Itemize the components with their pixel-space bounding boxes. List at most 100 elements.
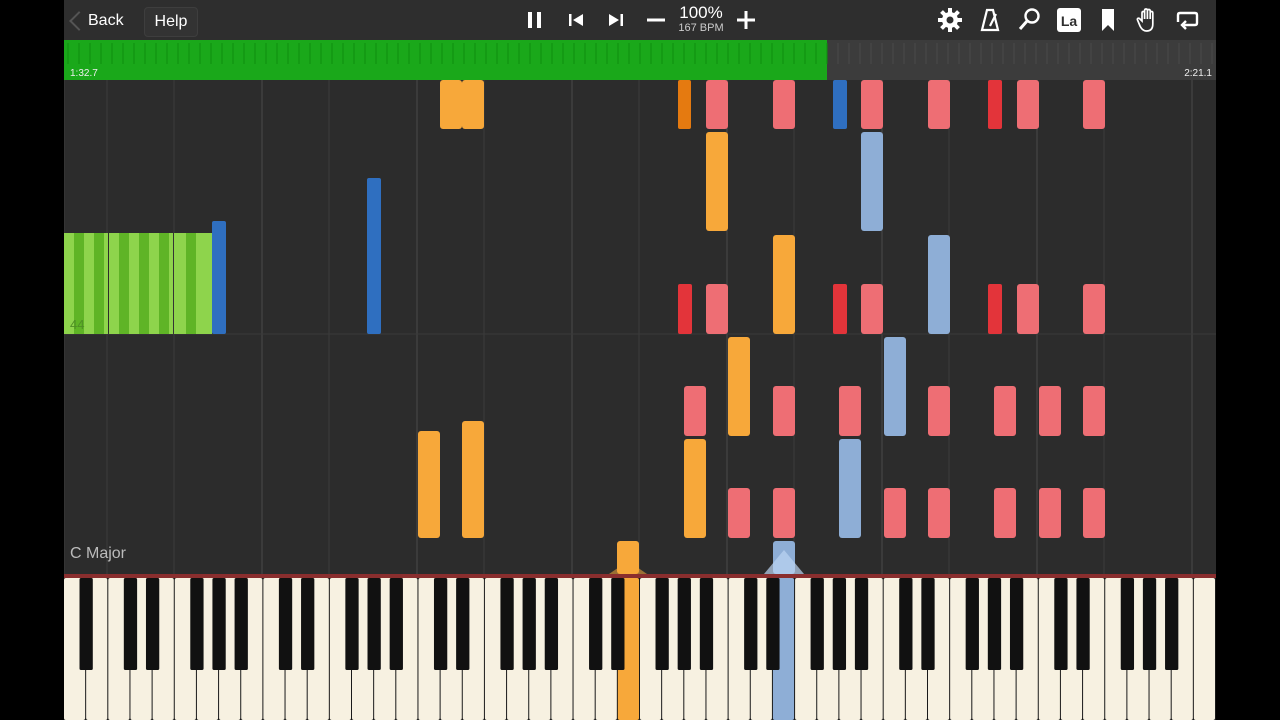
help-button[interactable]: Help xyxy=(144,7,198,37)
black-key[interactable] xyxy=(965,578,979,670)
note-bar xyxy=(1039,386,1061,436)
note-bar xyxy=(1017,284,1039,334)
black-key[interactable] xyxy=(544,578,559,670)
black-key[interactable] xyxy=(79,578,93,670)
black-key[interactable] xyxy=(611,578,625,670)
settings-button[interactable] xyxy=(936,6,964,34)
la-label-icon: La xyxy=(1057,8,1081,32)
note-bar xyxy=(139,233,149,334)
bookmark-button[interactable] xyxy=(1094,6,1122,34)
black-key[interactable] xyxy=(810,578,824,670)
plus-icon xyxy=(737,11,755,29)
black-key[interactable] xyxy=(345,578,359,670)
black-key[interactable] xyxy=(1142,578,1157,670)
tempo-display: 100% 167 BPM xyxy=(669,3,733,35)
tempo-percent: 100% xyxy=(679,3,723,22)
note-bar xyxy=(94,233,104,334)
black-key[interactable] xyxy=(1054,578,1068,670)
black-key[interactable] xyxy=(1120,578,1135,670)
note-bar xyxy=(861,284,883,334)
skip-back-icon xyxy=(569,14,583,26)
la-badge-text: La xyxy=(1061,13,1078,29)
black-key[interactable] xyxy=(677,578,691,670)
black-key[interactable] xyxy=(433,578,448,670)
note-bar xyxy=(988,284,1002,334)
skip-forward-button[interactable] xyxy=(602,6,630,34)
black-key[interactable] xyxy=(367,578,381,670)
black-key[interactable] xyxy=(1009,578,1024,670)
note-bar xyxy=(706,284,728,334)
black-key[interactable] xyxy=(190,578,204,670)
key-signature: C Major xyxy=(70,545,127,562)
notes-blue xyxy=(212,80,847,334)
note-group-lime xyxy=(64,233,212,334)
note-bar xyxy=(773,488,795,538)
current-time: 1:32.7 xyxy=(70,68,98,79)
black-key[interactable] xyxy=(389,578,403,670)
note-bar xyxy=(212,221,226,334)
black-key[interactable] xyxy=(234,578,248,670)
note-bar xyxy=(706,132,728,231)
tempo-decrease-button[interactable] xyxy=(642,6,670,34)
black-key[interactable] xyxy=(278,578,293,670)
skip-back-button[interactable] xyxy=(562,6,590,34)
zoom-button[interactable] xyxy=(1015,6,1043,34)
black-key[interactable] xyxy=(699,578,714,670)
note-bar xyxy=(1017,80,1039,129)
black-key[interactable] xyxy=(522,578,536,670)
black-key[interactable] xyxy=(832,578,847,670)
black-key[interactable] xyxy=(899,578,913,670)
note-bar xyxy=(1083,80,1105,129)
black-key[interactable] xyxy=(1076,578,1090,670)
note-bar xyxy=(928,80,950,129)
black-key[interactable] xyxy=(655,578,669,670)
black-key[interactable] xyxy=(500,578,514,670)
note-bar xyxy=(462,421,484,538)
pause-icon xyxy=(528,12,541,28)
black-key[interactable] xyxy=(301,578,315,670)
gear-icon xyxy=(938,8,962,32)
progress-ticks xyxy=(67,43,1213,64)
note-bar xyxy=(1039,488,1061,538)
black-key[interactable] xyxy=(589,578,603,670)
note-bar xyxy=(678,284,692,334)
note-bar xyxy=(833,284,847,334)
black-key[interactable] xyxy=(123,578,138,670)
note-labels-button[interactable]: La xyxy=(1055,6,1083,34)
loop-button[interactable] xyxy=(1173,6,1201,34)
progress-bar[interactable] xyxy=(64,40,1216,80)
black-key[interactable] xyxy=(145,578,160,670)
metronome-button[interactable] xyxy=(976,6,1004,34)
piano-roll[interactable]: 44 xyxy=(64,80,1216,574)
black-key[interactable] xyxy=(766,578,780,670)
measure-number: 44 xyxy=(70,317,84,332)
notes-light-blue xyxy=(773,132,950,574)
note-bar xyxy=(706,80,728,129)
note-bar xyxy=(839,439,861,538)
piano-keys xyxy=(64,574,1216,720)
piano-keyboard[interactable] xyxy=(64,574,1216,720)
black-key[interactable] xyxy=(1165,578,1179,670)
toolbar: Back Help 100% 167 BPM La xyxy=(64,0,1216,40)
notes-pink xyxy=(684,80,1105,538)
pause-button[interactable] xyxy=(521,6,549,34)
black-key[interactable] xyxy=(987,578,1002,670)
note-bar xyxy=(773,235,795,334)
black-key[interactable] xyxy=(921,578,935,670)
back-button[interactable]: Back xyxy=(69,7,130,35)
black-key[interactable] xyxy=(744,578,758,670)
back-label: Back xyxy=(88,12,124,29)
white-key[interactable] xyxy=(1193,578,1215,720)
note-bar xyxy=(994,488,1016,538)
hand-button[interactable] xyxy=(1134,6,1162,34)
note-bar xyxy=(684,439,706,538)
black-key[interactable] xyxy=(456,578,470,670)
note-bar xyxy=(728,337,750,436)
tempo-increase-button[interactable] xyxy=(732,6,760,34)
note-lanes: 44 xyxy=(64,80,1216,574)
note-bar xyxy=(367,178,381,334)
app-window: Back Help 100% 167 BPM La 1:32.7 2:21.1 … xyxy=(64,0,1216,720)
chevron-left-icon xyxy=(69,11,89,31)
black-key[interactable] xyxy=(212,578,226,670)
black-key[interactable] xyxy=(854,578,869,670)
